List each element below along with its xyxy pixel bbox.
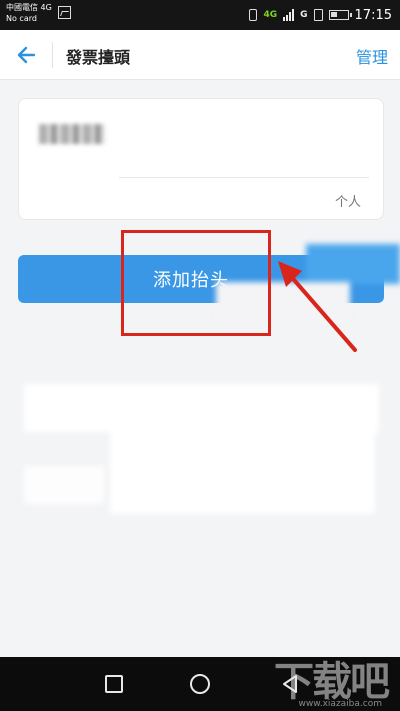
sim-icon	[313, 9, 323, 21]
sim-status: No card	[6, 14, 37, 23]
network-4g-icon: 4G	[263, 9, 278, 20]
app-header: 發票擡頭 管理	[0, 30, 400, 80]
blurred-region	[24, 466, 104, 504]
battery-icon	[328, 10, 352, 20]
vibrate-icon	[249, 9, 258, 21]
highlight-box	[121, 230, 271, 336]
clock: 17:15	[354, 7, 392, 23]
blurred-region	[24, 384, 379, 432]
status-icons: 4G G 17:15	[249, 0, 392, 30]
gallery-icon	[58, 6, 71, 19]
system-nav-bar: 下载吧 www.xiazaiba.com	[0, 657, 400, 711]
title-type-label: 个人	[334, 195, 361, 210]
carrier-name: 中國電信 4G	[6, 3, 52, 12]
back-button[interactable]	[12, 40, 42, 70]
signal-icon	[283, 9, 295, 21]
watermark-url: www.xiazaiba.com	[298, 699, 382, 709]
manage-button[interactable]: 管理	[356, 44, 388, 68]
home-button[interactable]	[186, 670, 214, 698]
arrow-left-icon	[17, 46, 36, 64]
invoice-title-card[interactable]: 个人	[18, 98, 384, 220]
status-bar: 中國電信 4G No card 4G G 17:15	[0, 0, 400, 30]
pointer-arrow-icon	[278, 261, 357, 352]
recent-apps-button[interactable]	[100, 670, 128, 698]
carrier-info: 中國電信 4G No card	[6, 2, 66, 24]
blurred-region	[110, 426, 375, 514]
network-g-icon: G	[300, 9, 308, 20]
page-title: 發票擡頭	[66, 48, 131, 67]
blurred-title-name	[39, 124, 105, 144]
card-divider	[119, 177, 369, 178]
header-divider	[52, 42, 53, 68]
